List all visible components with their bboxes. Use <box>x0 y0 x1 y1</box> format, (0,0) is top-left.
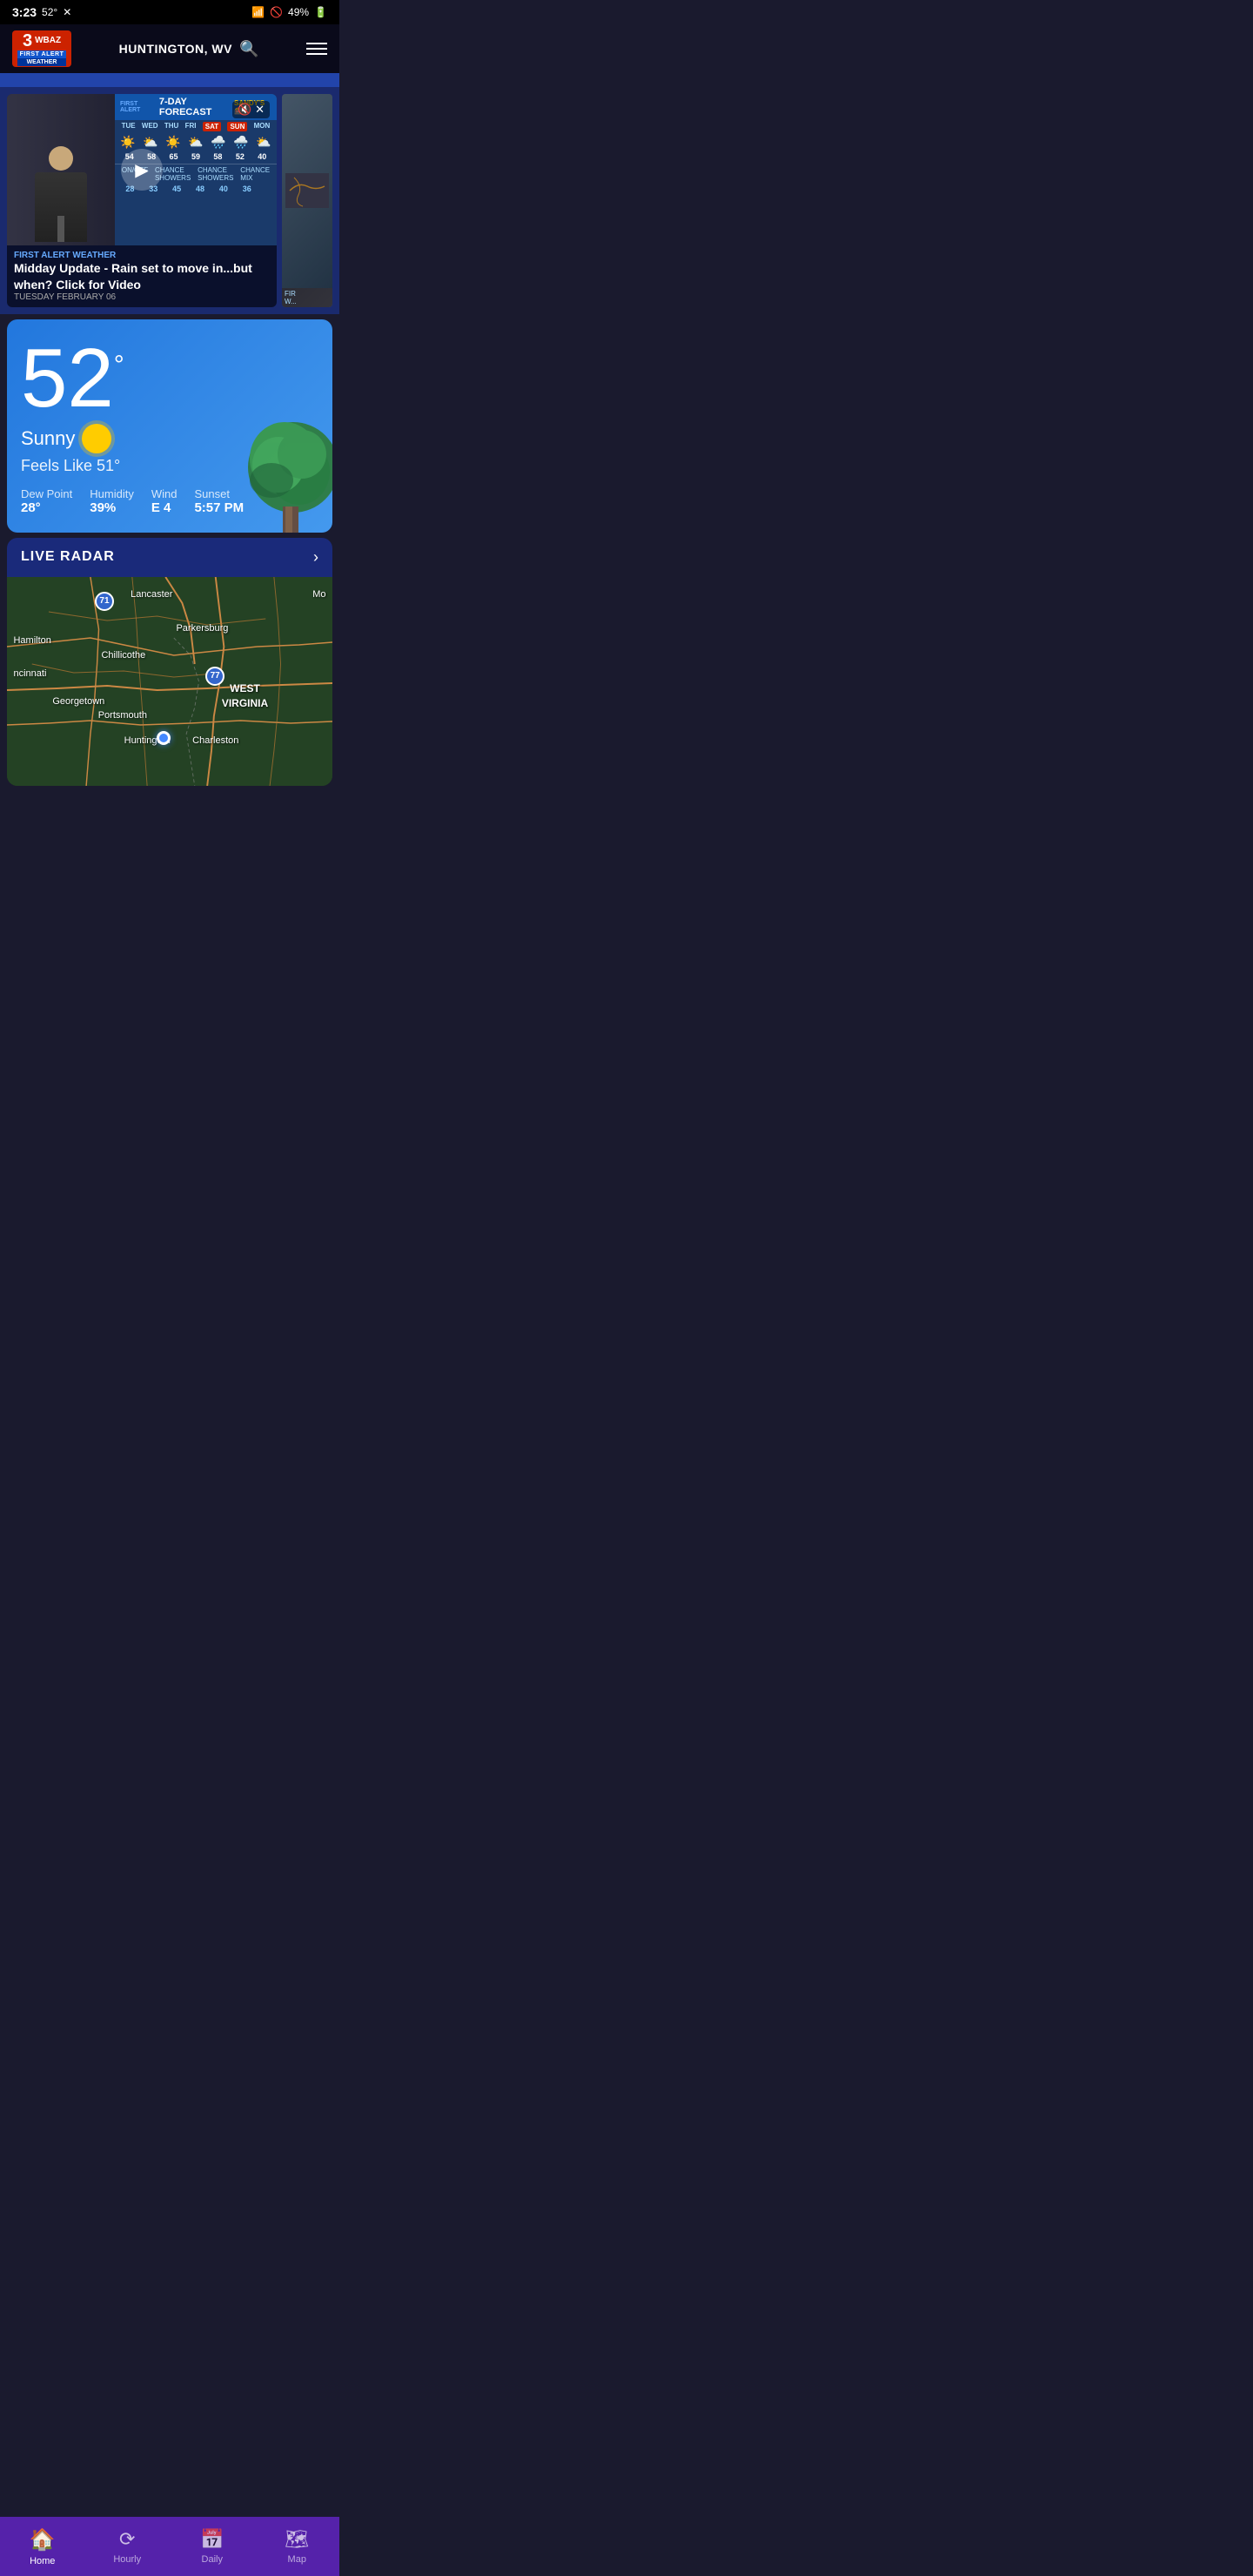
highway-71-shield: 71 <box>95 592 114 611</box>
play-button[interactable]: ▶ <box>121 149 163 191</box>
mute-button[interactable]: 🔇 ✕ <box>232 101 270 118</box>
video-tag: FIRST ALERT WEATHER <box>14 251 270 260</box>
nav-daily-label: Daily <box>202 2554 223 2565</box>
station-name: WBAZ <box>35 37 61 45</box>
label-charleston: Charleston <box>192 735 238 746</box>
status-x-icon: ✕ <box>63 6 71 18</box>
label-parkersburg: Parkersburg <box>176 623 228 634</box>
video-caption: FIRST ALERT WEATHER Midday Update - Rain… <box>7 245 277 306</box>
label-hamilton: Hamilton <box>13 635 50 646</box>
app-logo: 3 WBAZ FIRST ALERT WEATHER <box>12 30 71 67</box>
first-alert-band: FIRST ALERT <box>17 50 66 58</box>
temperature-display: 52 ° <box>21 337 318 420</box>
video-title: Midday Update - Rain set to move in...bu… <box>14 260 270 292</box>
label-cincinnati: ncinnati <box>13 668 46 679</box>
side-thumb-label: FIRW... <box>282 288 332 307</box>
live-radar-section: LIVE RADAR › <box>7 538 332 786</box>
map-icon: 🗺 <box>285 2528 309 2551</box>
wind-value: E 4 <box>151 500 171 515</box>
status-temp: 52° <box>42 6 57 18</box>
location-indicator <box>157 731 171 745</box>
radar-map[interactable]: Hamilton Chillicothe Parkersburg ncinnat… <box>7 577 332 786</box>
wind-label: Wind <box>151 487 178 500</box>
label-mo: Mo <box>312 589 325 600</box>
daily-icon: 📅 <box>200 2528 224 2551</box>
dew-point-label: Dew Point <box>21 487 72 500</box>
nav-map-label: Map <box>288 2554 306 2565</box>
condition-text: Sunny <box>21 427 75 450</box>
label-georgetown: Georgetown <box>52 696 104 707</box>
hourly-icon: ⟳ <box>119 2528 135 2551</box>
status-bar: 3:23 52° ✕ 📶 🚫 49% 🔋 <box>0 0 339 24</box>
battery-percent: 49% <box>288 6 309 18</box>
current-weather-card: 52 ° Sunny <box>7 319 332 533</box>
label-west-virginia: WESTVIRGINIA <box>222 681 268 711</box>
label-chillicothe: Chillicothe <box>101 650 145 661</box>
hamburger-line-3 <box>306 53 327 55</box>
video-date: TUESDAY FEBRUARY 06 <box>14 292 270 302</box>
humidity-value: 39% <box>90 500 116 515</box>
live-radar-header[interactable]: LIVE RADAR › <box>7 538 332 577</box>
video-thumbnail: FIRST ALERT 7-DAY FORECAST SANDY'S 🎰 TUE… <box>7 94 277 245</box>
label-portsmouth: Portsmouth <box>98 710 147 721</box>
humidity-label: Humidity <box>90 487 134 500</box>
nav-daily[interactable]: 📅 Daily <box>170 2528 255 2565</box>
live-radar-title: LIVE RADAR <box>21 549 115 565</box>
dew-point-stat: Dew Point 28° <box>21 487 72 515</box>
location-text: HUNTINGTON, WV <box>119 42 232 56</box>
signal-icon: 🚫 <box>270 6 283 18</box>
video-main[interactable]: FIRST ALERT 7-DAY FORECAST SANDY'S 🎰 TUE… <box>7 94 277 307</box>
video-side-panel: FIRW... <box>282 94 332 307</box>
video-section: FIRST ALERT 7-DAY FORECAST SANDY'S 🎰 TUE… <box>0 87 339 314</box>
hamburger-line-1 <box>306 43 327 44</box>
nav-hourly-label: Hourly <box>113 2554 141 2565</box>
menu-button[interactable] <box>306 43 327 55</box>
status-time: 3:23 <box>12 5 37 19</box>
nav-map[interactable]: 🗺 Map <box>255 2528 340 2565</box>
channel-number: 3 <box>23 32 32 50</box>
sunset-label: Sunset <box>194 487 229 500</box>
blue-banner <box>0 73 339 87</box>
nav-hourly[interactable]: ⟳ Hourly <box>85 2528 171 2565</box>
app-header: 3 WBAZ FIRST ALERT WEATHER HUNTINGTON, W… <box>0 24 339 73</box>
header-location[interactable]: HUNTINGTON, WV 🔍 <box>119 40 259 58</box>
temperature-value: 52 <box>21 337 114 420</box>
wind-stat: Wind E 4 <box>151 487 178 515</box>
humidity-stat: Humidity 39% <box>90 487 134 515</box>
side-thumb-1[interactable]: FIRW... <box>282 94 332 307</box>
weather-band: WEATHER <box>17 58 66 66</box>
dew-point-value: 28° <box>21 500 41 515</box>
label-lancaster: Lancaster <box>131 589 172 600</box>
nav-home-label: Home <box>30 2556 55 2566</box>
battery-icon: 🔋 <box>314 6 327 18</box>
nav-home[interactable]: 🏠 Home <box>0 2527 85 2566</box>
presenter-silhouette <box>26 146 96 242</box>
temperature-unit: ° <box>114 351 124 380</box>
home-icon: 🏠 <box>30 2527 56 2553</box>
wifi-icon: 📶 <box>251 6 265 18</box>
hamburger-line-2 <box>306 48 327 50</box>
sun-icon <box>82 424 111 453</box>
tree-decoration <box>237 419 332 533</box>
logo-container[interactable]: 3 WBAZ FIRST ALERT WEATHER <box>12 30 71 67</box>
chevron-right-icon: › <box>313 548 318 567</box>
search-button[interactable]: 🔍 <box>239 40 258 58</box>
bottom-navigation: 🏠 Home ⟳ Hourly 📅 Daily 🗺 Map <box>0 2517 339 2576</box>
highway-77-shield: 77 <box>205 667 224 686</box>
